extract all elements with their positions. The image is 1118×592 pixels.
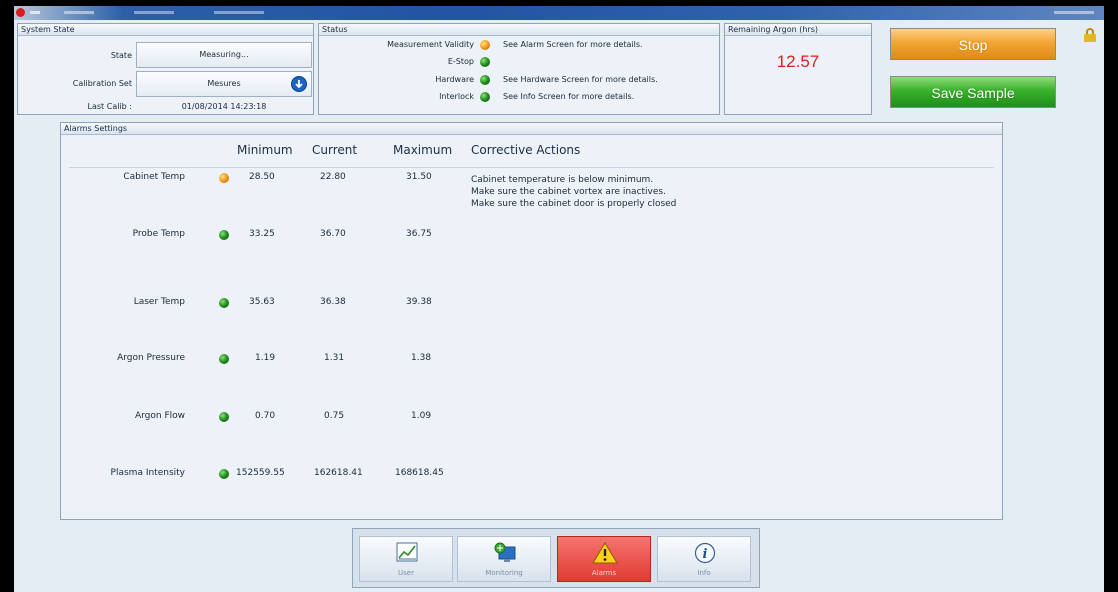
alarm-row: Argon Pressure 1.19 1.31 1.38 — [61, 353, 1002, 369]
warning-icon — [592, 542, 618, 564]
dropdown-arrow-icon[interactable] — [291, 76, 307, 92]
application-window: System State State Measuring... Calibrat… — [14, 6, 1104, 592]
status-label: Interlock — [439, 92, 474, 101]
info-icon: i — [692, 542, 718, 564]
alarm-maximum: 168618.45 — [395, 468, 444, 478]
column-header-minimum: Minimum — [237, 143, 293, 157]
column-header-maximum: Maximum — [393, 143, 453, 157]
corrective-action-line: Make sure the cabinet door is properly c… — [471, 199, 677, 209]
corrective-actions-text: Cabinet temperature is below minimum. Ma… — [471, 174, 676, 210]
system-state-panel: System State State Measuring... Calibrat… — [17, 23, 314, 115]
tab-label: Info — [697, 569, 711, 577]
bottom-navigation: User Monitoring Alarms i Info — [352, 528, 760, 588]
alarm-name: Plasma Intensity — [110, 468, 185, 478]
corrective-action-line: Make sure the cabinet vortex are inactiv… — [471, 187, 666, 197]
status-label: Measurement Validity — [387, 40, 474, 49]
status-indicator-icon — [480, 92, 490, 102]
alarm-name: Probe Temp — [132, 229, 185, 239]
calibration-set-value: Mesures — [207, 79, 241, 88]
alarm-maximum: 1.38 — [411, 353, 432, 363]
last-calib-value: 01/08/2014 14:23:18 — [181, 102, 267, 111]
lock-icon[interactable] — [1084, 28, 1096, 42]
alarm-status-icon — [219, 173, 229, 183]
alarm-maximum: 39.38 — [406, 297, 432, 307]
column-header-current: Current — [312, 143, 358, 157]
alarm-current: 162618.41 — [314, 468, 363, 478]
alarm-maximum: 31.50 — [406, 172, 432, 182]
remaining-argon-panel: Remaining Argon (hrs) 12.57 — [724, 23, 872, 115]
alarms-table-header: Minimum Current Maximum Corrective Actio… — [61, 137, 1002, 159]
calibration-set-label: Calibration Set — [72, 79, 132, 88]
alarm-minimum: 0.70 — [255, 411, 276, 421]
status-title: Status — [319, 24, 719, 36]
column-header-corrective-actions: Corrective Actions — [471, 143, 581, 157]
tab-info[interactable]: i Info — [657, 536, 751, 582]
header-divider — [69, 167, 994, 168]
calibration-set-select[interactable]: Mesures — [136, 71, 312, 97]
status-message: See Hardware Screen for more details. — [503, 75, 658, 84]
alarm-name: Cabinet Temp — [123, 172, 185, 182]
svg-text:i: i — [703, 547, 708, 562]
alarm-current: 36.38 — [320, 297, 346, 307]
alarm-minimum: 28.50 — [249, 172, 275, 182]
status-indicator-icon — [480, 75, 490, 85]
tab-label: Monitoring — [485, 569, 523, 577]
save-sample-button[interactable]: Save Sample — [890, 76, 1056, 108]
tab-monitoring[interactable]: Monitoring — [457, 536, 551, 582]
status-message: See Alarm Screen for more details. — [503, 40, 643, 49]
system-state-title: System State — [18, 24, 313, 36]
alarm-status-icon — [219, 298, 229, 308]
alarms-settings-title: Alarms Settings — [61, 123, 1002, 135]
corrective-action-line: Cabinet temperature is below minimum. — [471, 175, 654, 185]
alarm-status-icon — [219, 469, 229, 479]
status-indicator-icon — [480, 40, 490, 50]
chart-icon — [394, 542, 420, 564]
alarm-minimum: 35.63 — [249, 297, 275, 307]
stop-button[interactable]: Stop — [890, 28, 1056, 60]
alarm-current: 36.70 — [320, 229, 346, 239]
alarm-minimum: 1.19 — [255, 353, 276, 363]
alarm-minimum: 33.25 — [249, 229, 275, 239]
alarm-current: 1.31 — [324, 353, 345, 363]
status-indicator-icon — [480, 57, 490, 67]
remaining-argon-title: Remaining Argon (hrs) — [725, 24, 871, 36]
state-label: State — [110, 51, 132, 60]
title-bar — [14, 6, 1104, 20]
alarm-name: Argon Flow — [134, 411, 185, 421]
state-field: Measuring... — [136, 42, 312, 68]
tab-alarms[interactable]: Alarms — [557, 536, 651, 582]
tab-user[interactable]: User — [359, 536, 453, 582]
alarm-current: 0.75 — [324, 411, 345, 421]
alarm-row: Laser Temp 35.63 36.38 39.38 — [61, 297, 1002, 313]
alarm-row: Probe Temp 33.25 36.70 36.75 — [61, 229, 1002, 245]
alarm-row: Plasma Intensity 152559.55 162618.41 168… — [61, 468, 1002, 484]
alarm-status-icon — [219, 354, 229, 364]
alarm-name: Laser Temp — [133, 297, 185, 307]
status-message: See Info Screen for more details. — [503, 92, 635, 101]
alarm-current: 22.80 — [320, 172, 346, 182]
alarm-name: Argon Pressure — [117, 353, 185, 363]
status-panel: Status Measurement Validity See Alarm Sc… — [318, 23, 720, 115]
alarm-minimum: 152559.55 — [236, 468, 285, 478]
alarm-maximum: 1.09 — [411, 411, 432, 421]
status-label: E-Stop — [447, 57, 474, 66]
tab-label: User — [398, 569, 414, 577]
status-label: Hardware — [435, 75, 474, 84]
alarm-maximum: 36.75 — [406, 229, 432, 239]
alarm-status-icon — [219, 230, 229, 240]
tab-label: Alarms — [591, 569, 617, 577]
close-icon[interactable] — [16, 8, 25, 17]
monitoring-icon — [492, 542, 518, 564]
alarms-settings-panel: Alarms Settings Minimum Current Maximum … — [60, 122, 1003, 520]
alarm-status-icon — [219, 412, 229, 422]
remaining-argon-value: 12.57 — [776, 52, 820, 71]
last-calib-label: Last Calib : — [87, 102, 132, 111]
alarm-row: Argon Flow 0.70 0.75 1.09 — [61, 411, 1002, 427]
